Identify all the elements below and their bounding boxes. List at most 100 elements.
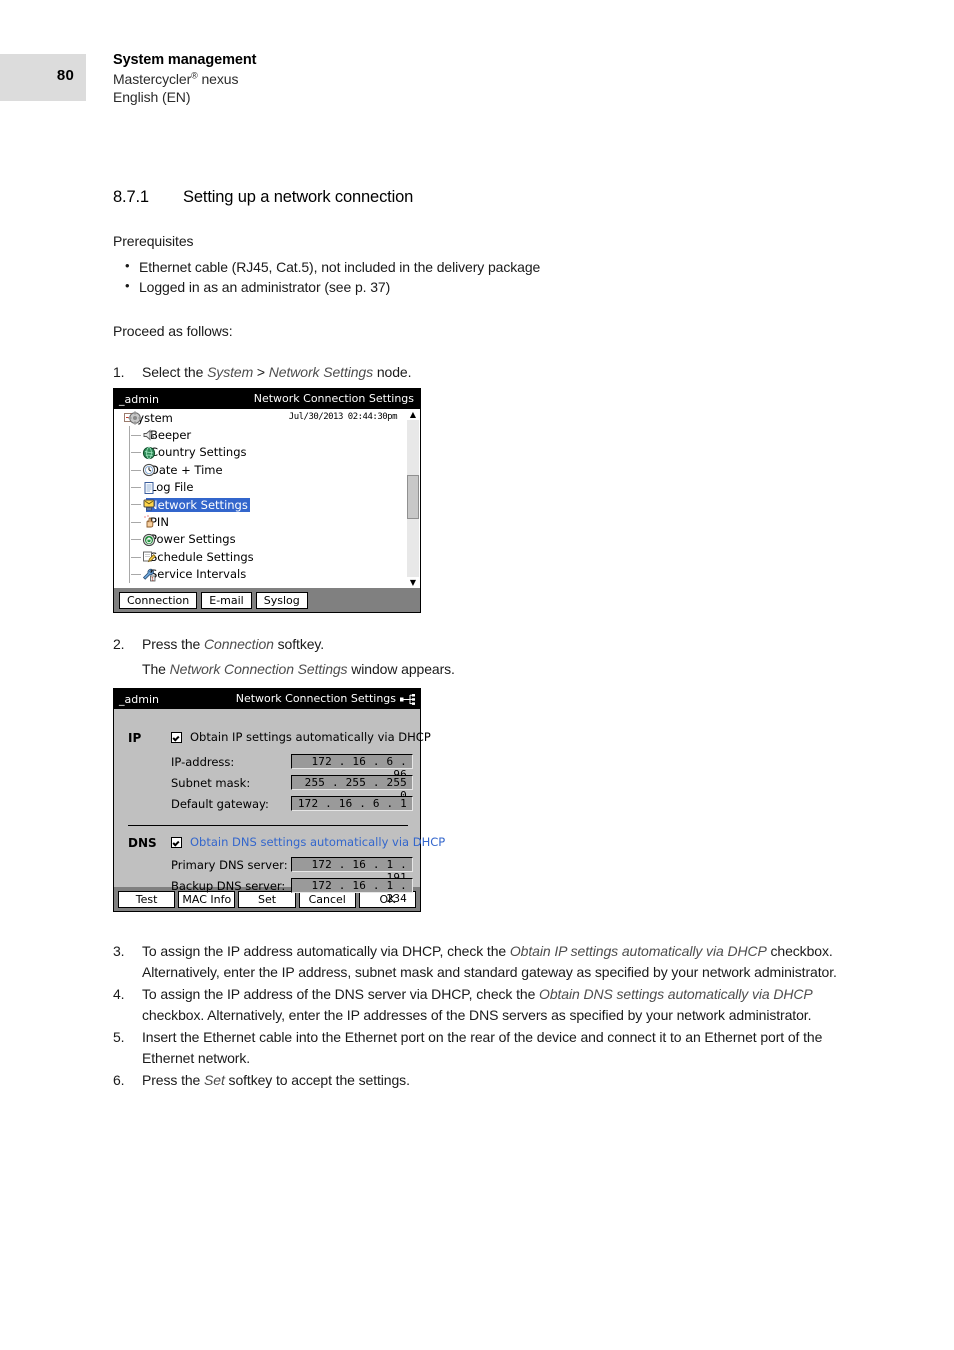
dialog-window-title: Network Connection Settings	[235, 692, 396, 705]
header-language: English (EN)	[113, 89, 191, 105]
tree-node-country-settings[interactable]: Country Settings	[114, 443, 420, 462]
backup-dns-label: Backup DNS server:	[171, 878, 286, 893]
section-number: 8.7.1	[113, 188, 149, 206]
ip-dhcp-checkbox-label: Obtain IP settings automatically via DHC…	[190, 730, 431, 744]
softkey-email[interactable]: E-mail	[201, 591, 252, 609]
step-3-text: To assign the IP address automatically v…	[142, 941, 853, 982]
tree-node-service-intervals[interactable]: 1 Service Intervals	[114, 565, 420, 583]
section-title: Setting up a network connection	[183, 188, 414, 206]
softkey-syslog[interactable]: Syslog	[255, 591, 308, 609]
header-product-name: Mastercycler® nexus	[113, 70, 256, 89]
prerequisites-label: Prerequisites	[113, 233, 194, 249]
cancel-button[interactable]: Cancel	[298, 890, 356, 908]
subnet-mask-row: Subnet mask: 255 . 255 . 255 . 0	[171, 775, 413, 802]
logfile-icon	[142, 481, 156, 495]
step-3: 3. To assign the IP address automaticall…	[113, 941, 853, 982]
step-1-italic-system: System	[207, 364, 254, 380]
clock-icon	[142, 463, 156, 477]
step-3-italic-label: Obtain IP settings automatically via DHC…	[509, 943, 767, 959]
tree-vline	[128, 443, 130, 462]
ip-address-row: IP-address: 172 . 16 . 6 . 96	[171, 754, 413, 781]
backup-dns-field[interactable]: 172 . 16 . 1 . 234	[291, 878, 413, 905]
dns-group-label: DNS	[128, 836, 157, 850]
step-4: 4. To assign the IP address of the DNS s…	[113, 984, 853, 1025]
step-4-text: To assign the IP address of the DNS serv…	[142, 984, 853, 1025]
tree-list: System Beeper Country Settings Date + Ti…	[114, 409, 420, 583]
beeper-icon	[142, 428, 156, 442]
tree-node-label: Network Settings	[146, 497, 250, 512]
step-2-part-b: softkey.	[273, 636, 325, 652]
ip-address-label: IP-address:	[171, 754, 235, 769]
list-item: Ethernet cable (RJ45, Cat.5), not includ…	[113, 256, 853, 277]
backup-dns-row: Backup DNS server: 172 . 16 . 1 . 234	[171, 878, 413, 905]
tree-hline	[131, 539, 141, 541]
softkey-connection[interactable]: Connection	[119, 591, 198, 609]
scroll-up-icon[interactable]: ▲	[407, 409, 419, 420]
step-4-italic-label: Obtain DNS settings automatically via DH…	[539, 986, 813, 1002]
product-name-text: Mastercycler	[113, 70, 192, 87]
tree-node-label: Power Settings	[150, 532, 236, 547]
step-6-italic-set: Set	[204, 1072, 225, 1088]
tree-node-log-file[interactable]: Log File	[114, 478, 420, 496]
scrollbar-thumb[interactable]	[407, 475, 419, 519]
section-divider	[128, 825, 408, 826]
svg-text:*: *	[147, 515, 149, 520]
device-screenshot-tree: _admin Network Connection Settings Jul/3…	[113, 388, 421, 613]
step-1-text: Select the System > Network Settings nod…	[142, 362, 853, 383]
tree-node-label: Schedule Settings	[150, 549, 254, 564]
tree-window-title: Network Connection Settings	[253, 392, 414, 405]
mac-info-button[interactable]: MAC Info	[178, 890, 236, 908]
test-button[interactable]: Test	[118, 890, 176, 908]
scroll-down-icon[interactable]: ▼	[407, 577, 419, 588]
step-2-part-a: Press the	[142, 636, 205, 652]
tree-area: Jul/30/2013 02:44:30pm System Beeper Cou…	[114, 409, 420, 588]
step-1-number: 1.	[113, 364, 125, 380]
tree-node-label: Service Intervals	[150, 567, 247, 582]
primary-dns-field[interactable]: 172 . 16 . 1 . 191	[291, 857, 413, 884]
pin-hand-icon: * *	[142, 515, 156, 529]
tree-softkey-bar: Connection E-mail Syslog	[114, 588, 420, 612]
header-chapter-title: System management	[113, 52, 257, 68]
checkbox-checked-icon[interactable]	[171, 836, 182, 848]
section-heading: 8.7.1 Setting up a network connection	[113, 188, 853, 207]
tree-node-power-settings[interactable]: Power Settings	[114, 530, 420, 549]
header-text-block: System management Mastercycler® nexus En…	[113, 51, 256, 107]
tree-node-label: Date + Time	[150, 462, 223, 477]
tree-user-label: _admin	[119, 392, 159, 406]
page-header: 80 System management Mastercycler® nexus…	[0, 0, 954, 110]
tree-node-date-time[interactable]: Date + Time	[114, 461, 420, 479]
tree-node-network-settings[interactable]: Network Settings	[114, 495, 420, 514]
tree-titlebar: _admin Network Connection Settings	[114, 389, 420, 409]
tree-hline	[131, 504, 141, 506]
dns-dhcp-checkbox-label: Obtain DNS settings automatically via DH…	[190, 835, 446, 849]
checkbox-checked-icon[interactable]	[171, 731, 182, 743]
set-button[interactable]: Set	[238, 890, 296, 908]
ip-address-field[interactable]: 172 . 16 . 6 . 96	[291, 754, 413, 781]
globe-icon	[142, 446, 156, 460]
step-1-part-a: Select the	[142, 364, 208, 380]
step-4-number: 4.	[113, 986, 125, 1002]
network-icon	[142, 498, 156, 512]
subnet-mask-field[interactable]: 255 . 255 . 255 . 0	[291, 775, 413, 802]
tree-vline	[128, 548, 130, 566]
tree-node-beeper[interactable]: Beeper	[114, 426, 420, 444]
dns-dhcp-checkbox-row[interactable]: Obtain DNS settings automatically via DH…	[171, 835, 445, 849]
step-2-sub-a: The	[142, 660, 170, 677]
step-2-subtext: The Network Connection Settings window a…	[142, 659, 853, 680]
default-gateway-row: Default gateway: 172 . 16 . 6 . 1	[171, 796, 413, 811]
ip-dhcp-checkbox-row[interactable]: Obtain IP settings automatically via DHC…	[171, 730, 431, 744]
step-2-italic-connection: Connection	[204, 636, 274, 652]
step-2-sub-italic: Network Connection Settings	[169, 660, 348, 677]
tree-hline	[131, 556, 141, 558]
tree-hline	[131, 521, 141, 523]
tree-node-system[interactable]: System	[114, 409, 420, 426]
default-gateway-field[interactable]: 172 . 16 . 6 . 1	[291, 796, 413, 811]
tree-node-schedule-settings[interactable]: Schedule Settings	[114, 548, 420, 566]
tree-vline	[128, 513, 130, 531]
svg-text:1: 1	[151, 576, 154, 582]
tree-node-pin[interactable]: * * PIN	[114, 513, 420, 531]
tree-hline	[131, 434, 141, 436]
page-number: 80	[56, 67, 74, 84]
gear-icon	[128, 411, 142, 425]
tree-hline	[131, 469, 141, 471]
